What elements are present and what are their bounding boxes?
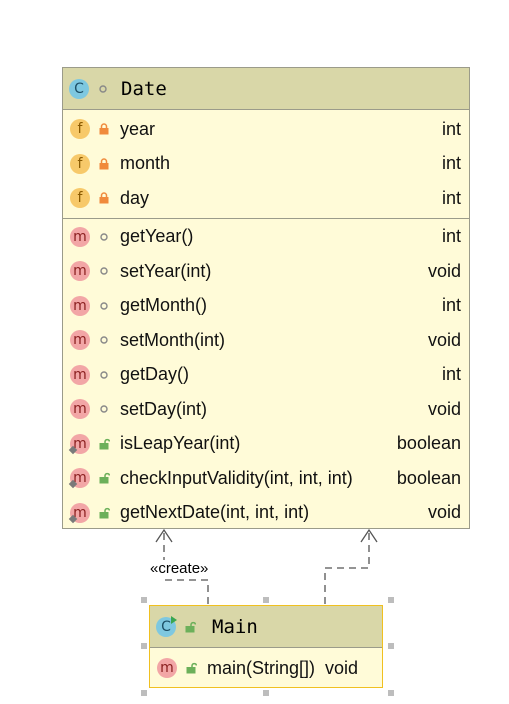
method-icon: m <box>70 330 90 351</box>
method-row[interactable]: m getDay() int <box>63 358 469 393</box>
selection-handle[interactable] <box>263 690 269 696</box>
method-row[interactable]: m getYear() int <box>63 220 469 255</box>
selection-handle[interactable] <box>141 643 147 649</box>
package-visibility-icon <box>97 83 109 95</box>
class-title: Date <box>121 77 167 100</box>
method-return-type: void <box>427 398 461 419</box>
method-icon: m <box>70 502 90 523</box>
method-icon: m <box>157 658 177 678</box>
date-class-box[interactable]: C Date f year int f month int f day int … <box>62 67 470 529</box>
public-unlock-icon <box>185 662 197 674</box>
selection-handle[interactable] <box>388 597 394 603</box>
package-visibility-icon <box>98 403 110 415</box>
selection-handle[interactable] <box>388 690 394 696</box>
field-type: int <box>441 187 461 208</box>
main-class-title: Main <box>212 615 258 638</box>
method-name: setMonth(int) <box>120 329 226 350</box>
date-class-header: C Date <box>63 68 469 110</box>
method-return-type: boolean <box>396 467 461 488</box>
field-row[interactable]: f day int <box>63 181 469 216</box>
main-class-box[interactable]: C Main m main(String[]) void <box>149 605 383 688</box>
field-row[interactable]: f year int <box>63 112 469 147</box>
method-row[interactable]: m setYear(int) void <box>63 254 469 289</box>
method-row[interactable]: m setDay(int) void <box>63 392 469 427</box>
field-icon: f <box>70 188 90 209</box>
method-row[interactable]: m checkInputValidity(int, int, int) bool… <box>63 461 469 496</box>
method-name: setDay(int) <box>120 398 208 419</box>
public-unlock-icon <box>184 621 196 633</box>
private-lock-icon <box>98 192 110 204</box>
method-name: getDay() <box>120 364 190 385</box>
private-lock-icon <box>98 158 110 170</box>
method-name: checkInputValidity(int, int, int) <box>120 467 353 488</box>
fields-section: f year int f month int f day int <box>63 110 469 218</box>
field-type: int <box>441 118 461 139</box>
method-return-type: int <box>441 364 461 385</box>
method-return-type: void <box>427 329 461 350</box>
method-icon: m <box>70 364 90 385</box>
method-icon: m <box>70 399 90 420</box>
package-visibility-icon <box>98 334 110 346</box>
method-icon: m <box>70 261 90 282</box>
method-return-type: void <box>325 657 359 678</box>
method-icon: m <box>70 295 90 316</box>
public-unlock-icon <box>98 472 110 484</box>
method-name: getYear() <box>120 226 194 247</box>
package-visibility-icon <box>98 231 110 243</box>
method-row[interactable]: m main(String[]) void <box>150 648 382 688</box>
method-name: setYear(int) <box>120 260 212 281</box>
package-visibility-icon <box>98 300 110 312</box>
selection-handle[interactable] <box>141 690 147 696</box>
method-icon: m <box>70 433 90 454</box>
public-unlock-icon <box>98 438 110 450</box>
private-lock-icon <box>98 123 110 135</box>
create-stereotype-label: «create» <box>150 560 209 577</box>
package-visibility-icon <box>98 265 110 277</box>
field-icon: f <box>70 119 90 140</box>
field-row[interactable]: f month int <box>63 147 469 182</box>
methods-section: m getYear() int m setYear(int) void m ge… <box>63 217 469 531</box>
field-type: int <box>441 153 461 174</box>
method-return-type: void <box>427 260 461 281</box>
method-name: main(String[]) <box>207 657 316 678</box>
usage-dependency-line <box>324 532 370 604</box>
public-unlock-icon <box>98 507 110 519</box>
method-row[interactable]: m getNextDate(int, int, int) void <box>63 496 469 531</box>
method-row[interactable]: m isLeapYear(int) boolean <box>63 427 469 462</box>
method-name: getMonth() <box>120 295 208 316</box>
method-return-type: int <box>441 226 461 247</box>
method-return-type: int <box>441 295 461 316</box>
main-class-header: C Main <box>150 606 382 648</box>
method-return-type: boolean <box>396 433 461 454</box>
class-icon: C <box>69 78 89 99</box>
field-icon: f <box>70 153 90 174</box>
main-class-icon: C <box>156 616 176 637</box>
selection-handle[interactable] <box>388 643 394 649</box>
method-icon: m <box>70 468 90 489</box>
method-name: getNextDate(int, int, int) <box>120 502 310 523</box>
selection-handle[interactable] <box>263 597 269 603</box>
method-row[interactable]: m setMonth(int) void <box>63 323 469 358</box>
selection-handle[interactable] <box>141 597 147 603</box>
method-name: isLeapYear(int) <box>120 433 241 454</box>
field-name: day <box>120 187 150 208</box>
method-row[interactable]: m getMonth() int <box>63 289 469 324</box>
method-return-type: void <box>427 502 461 523</box>
method-icon: m <box>70 226 90 247</box>
package-visibility-icon <box>98 369 110 381</box>
field-name: year <box>120 118 156 139</box>
field-name: month <box>120 153 171 174</box>
